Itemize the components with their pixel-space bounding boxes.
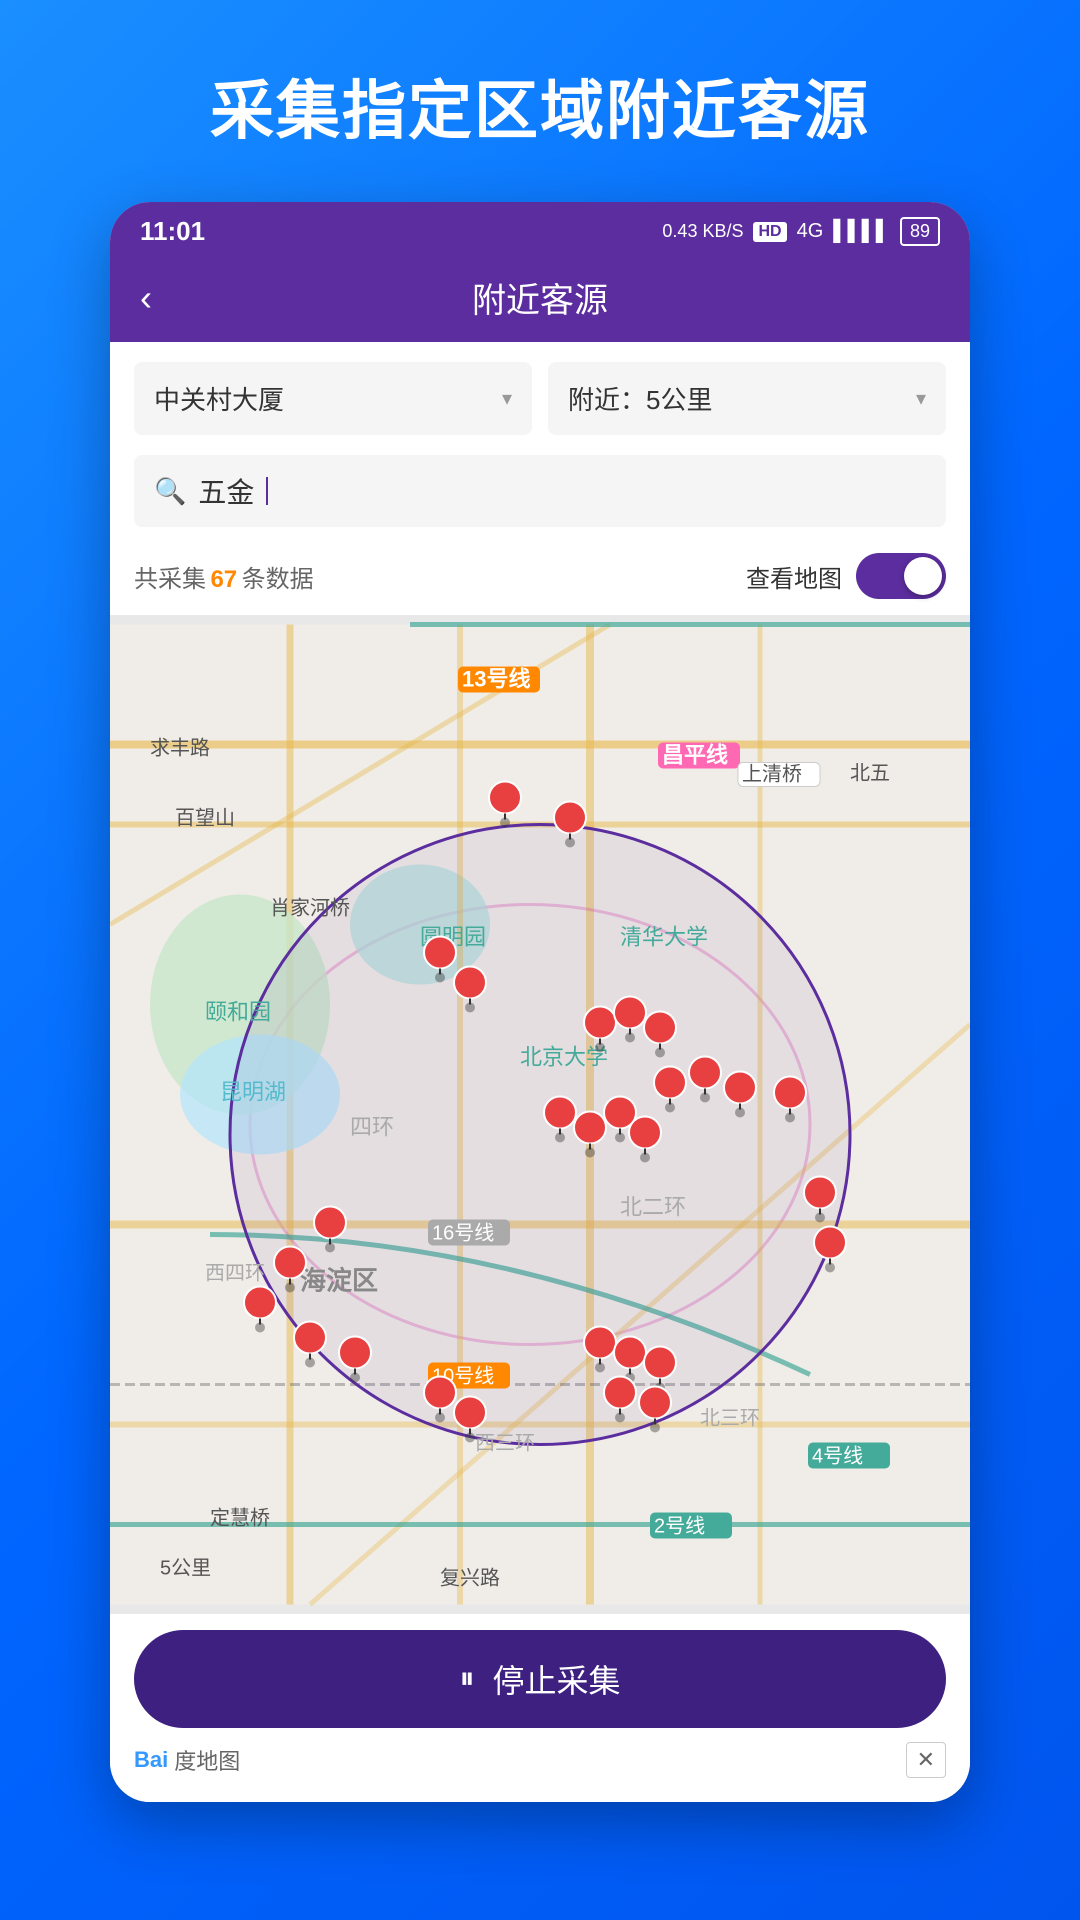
- location-filter-arrow: ▾: [502, 386, 512, 411]
- status-icons: 0.43 KB/S HD 4G ▌▌▌▌ 89: [662, 217, 940, 246]
- svg-text:北二环: 北二环: [620, 1195, 686, 1220]
- location-filter-label: 中关村大厦: [154, 380, 284, 417]
- svg-text:昆明湖: 昆明湖: [220, 1080, 286, 1105]
- search-bar: 🔍 五金: [110, 455, 970, 543]
- network-icon: 4G: [797, 220, 824, 243]
- search-icon: 🔍: [154, 476, 186, 507]
- stop-collect-button[interactable]: ⏸ 停止采集: [134, 1630, 946, 1728]
- svg-text:西四环: 西四环: [205, 1263, 265, 1285]
- bottom-footer: Bai 度地图 ✕: [134, 1738, 946, 1782]
- distance-filter-label: 附近：5公里: [568, 380, 712, 417]
- bottom-bar: ⏸ 停止采集 Bai 度地图 ✕: [110, 1614, 970, 1802]
- toggle-knob: [904, 557, 942, 595]
- nav-bar: ‹ 附近客源: [110, 257, 970, 342]
- hd-badge: HD: [753, 222, 786, 242]
- stop-label: 停止采集: [492, 1656, 620, 1702]
- baidu-logo-icon: Bai: [134, 1747, 168, 1773]
- stats-prefix: 共采集: [134, 566, 206, 593]
- map-toggle-label: 查看地图: [746, 559, 842, 594]
- stats-text: 共采集 67 条数据: [134, 559, 314, 594]
- search-cursor: [266, 477, 268, 505]
- map-toggle-wrap: 查看地图: [746, 553, 946, 599]
- svg-text:北京大学: 北京大学: [520, 1045, 608, 1070]
- signal-icon: ▌▌▌▌: [833, 220, 890, 243]
- svg-text:海淀区: 海淀区: [300, 1266, 378, 1296]
- svg-text:西三环: 西三环: [475, 1433, 535, 1455]
- svg-text:4号线: 4号线: [812, 1445, 863, 1468]
- svg-text:北五: 北五: [850, 762, 890, 785]
- stats-row: 共采集 67 条数据 查看地图: [110, 543, 970, 615]
- search-input-wrap[interactable]: 🔍 五金: [134, 455, 946, 527]
- distance-filter-arrow: ▾: [916, 386, 926, 411]
- svg-text:5公里: 5公里: [160, 1558, 211, 1580]
- stop-icon: ⏸: [459, 1662, 474, 1696]
- filter-row: 中关村大厦 ▾ 附近：5公里 ▾: [110, 342, 970, 455]
- svg-text:百望山: 百望山: [175, 807, 235, 830]
- map-area[interactable]: 13号线 13号线 昌平线 上清桥 北五 百望山 肖家河桥 圆明园 清华大学 颐…: [110, 615, 970, 1614]
- svg-text:北三环: 北三环: [700, 1407, 760, 1430]
- speed-indicator: 0.43 KB/S: [662, 221, 743, 242]
- close-button[interactable]: ✕: [906, 1742, 946, 1778]
- svg-text:2号线: 2号线: [654, 1515, 705, 1538]
- status-bar: 11:01 0.43 KB/S HD 4G ▌▌▌▌ 89: [110, 202, 970, 257]
- svg-text:求丰路: 求丰路: [150, 737, 210, 760]
- location-filter[interactable]: 中关村大厦 ▾: [134, 362, 532, 435]
- page-title: 采集指定区域附近客源: [170, 0, 910, 202]
- distance-filter[interactable]: 附近：5公里 ▾: [548, 362, 946, 435]
- map-svg: 13号线 13号线 昌平线 上清桥 北五 百望山 肖家河桥 圆明园 清华大学 颐…: [110, 615, 970, 1614]
- svg-text:肖家河桥: 肖家河桥: [270, 897, 350, 920]
- baidu-logo: Bai 度地图: [134, 1744, 240, 1776]
- stats-count: 67: [210, 566, 237, 593]
- search-value: 五金: [198, 471, 254, 511]
- svg-text:昌平线: 昌平线: [662, 743, 728, 768]
- stats-suffix: 条数据: [242, 566, 314, 593]
- phone-frame: 11:01 0.43 KB/S HD 4G ▌▌▌▌ 89 ‹ 附近客源 中关村…: [110, 202, 970, 1802]
- svg-text:清华大学: 清华大学: [620, 925, 708, 950]
- svg-text:复兴路: 复兴路: [440, 1567, 500, 1590]
- status-time: 11:01: [140, 216, 205, 247]
- svg-text:上清桥: 上清桥: [742, 763, 802, 786]
- svg-text:16号线: 16号线: [432, 1222, 494, 1245]
- map-toggle-switch[interactable]: [856, 553, 946, 599]
- battery-icon: 89: [900, 217, 940, 246]
- svg-text:13号线: 13号线: [462, 667, 530, 692]
- svg-text:定慧桥: 定慧桥: [210, 1507, 270, 1530]
- svg-text:四环: 四环: [350, 1115, 394, 1140]
- back-button[interactable]: ‹: [140, 277, 152, 319]
- baidu-logo-map: 度地图: [174, 1744, 240, 1776]
- svg-text:颐和园: 颐和园: [205, 1000, 271, 1025]
- nav-title: 附近客源: [472, 273, 608, 322]
